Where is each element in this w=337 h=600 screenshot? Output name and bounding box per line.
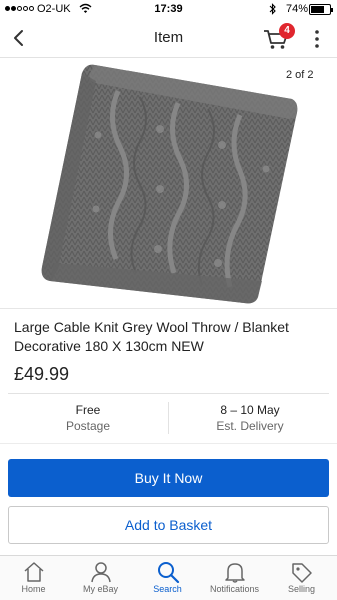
buy-it-now-button[interactable]: Buy It Now xyxy=(8,459,329,497)
tab-home[interactable]: Home xyxy=(0,556,67,600)
bottom-tab-bar: Home My eBay Search Notifications Sellin… xyxy=(0,555,337,600)
tag-icon xyxy=(291,563,312,583)
bluetooth-icon xyxy=(269,3,276,15)
battery-icon xyxy=(309,4,333,15)
tab-label: Search xyxy=(153,584,182,594)
cart-count-badge: 4 xyxy=(279,23,295,39)
postage-info: Free Postage xyxy=(8,402,168,434)
status-bar: O2-UK 17:39 74% xyxy=(0,0,337,20)
bell-icon xyxy=(224,563,245,583)
delivery-info: 8 – 10 May Est. Delivery xyxy=(170,402,330,434)
delivery-label: Est. Delivery xyxy=(216,419,284,433)
tab-my-ebay[interactable]: My eBay xyxy=(67,556,134,600)
divider xyxy=(0,443,337,444)
postage-label: Postage xyxy=(65,419,111,433)
battery-percentage: 74% xyxy=(286,3,309,15)
add-to-basket-button[interactable]: Add to Basket xyxy=(8,506,329,544)
delivery-dates: 8 – 10 May xyxy=(220,403,280,417)
search-icon xyxy=(157,562,179,583)
tab-label: Notifications xyxy=(209,584,260,594)
product-image-gallery[interactable]: 2 of 2 xyxy=(0,59,337,309)
image-page-indicator: 2 of 2 xyxy=(286,69,314,81)
postage-cost: Free xyxy=(75,403,101,417)
home-icon xyxy=(24,562,43,582)
divider xyxy=(168,402,169,434)
tab-search[interactable]: Search xyxy=(134,556,201,600)
product-image xyxy=(41,64,298,304)
divider xyxy=(8,393,329,394)
tab-selling[interactable]: Selling xyxy=(268,556,335,600)
navigation-bar: Item 4 xyxy=(0,20,337,58)
tab-label: Selling xyxy=(287,584,316,594)
item-price: £49.99 xyxy=(14,364,70,384)
tab-label: Home xyxy=(21,584,46,594)
tab-notifications[interactable]: Notifications xyxy=(201,556,268,600)
item-title: Large Cable Knit Grey Wool Throw / Blank… xyxy=(14,319,289,354)
tab-label: My eBay xyxy=(82,584,118,594)
person-icon xyxy=(90,562,111,583)
more-options-icon[interactable] xyxy=(312,29,322,49)
